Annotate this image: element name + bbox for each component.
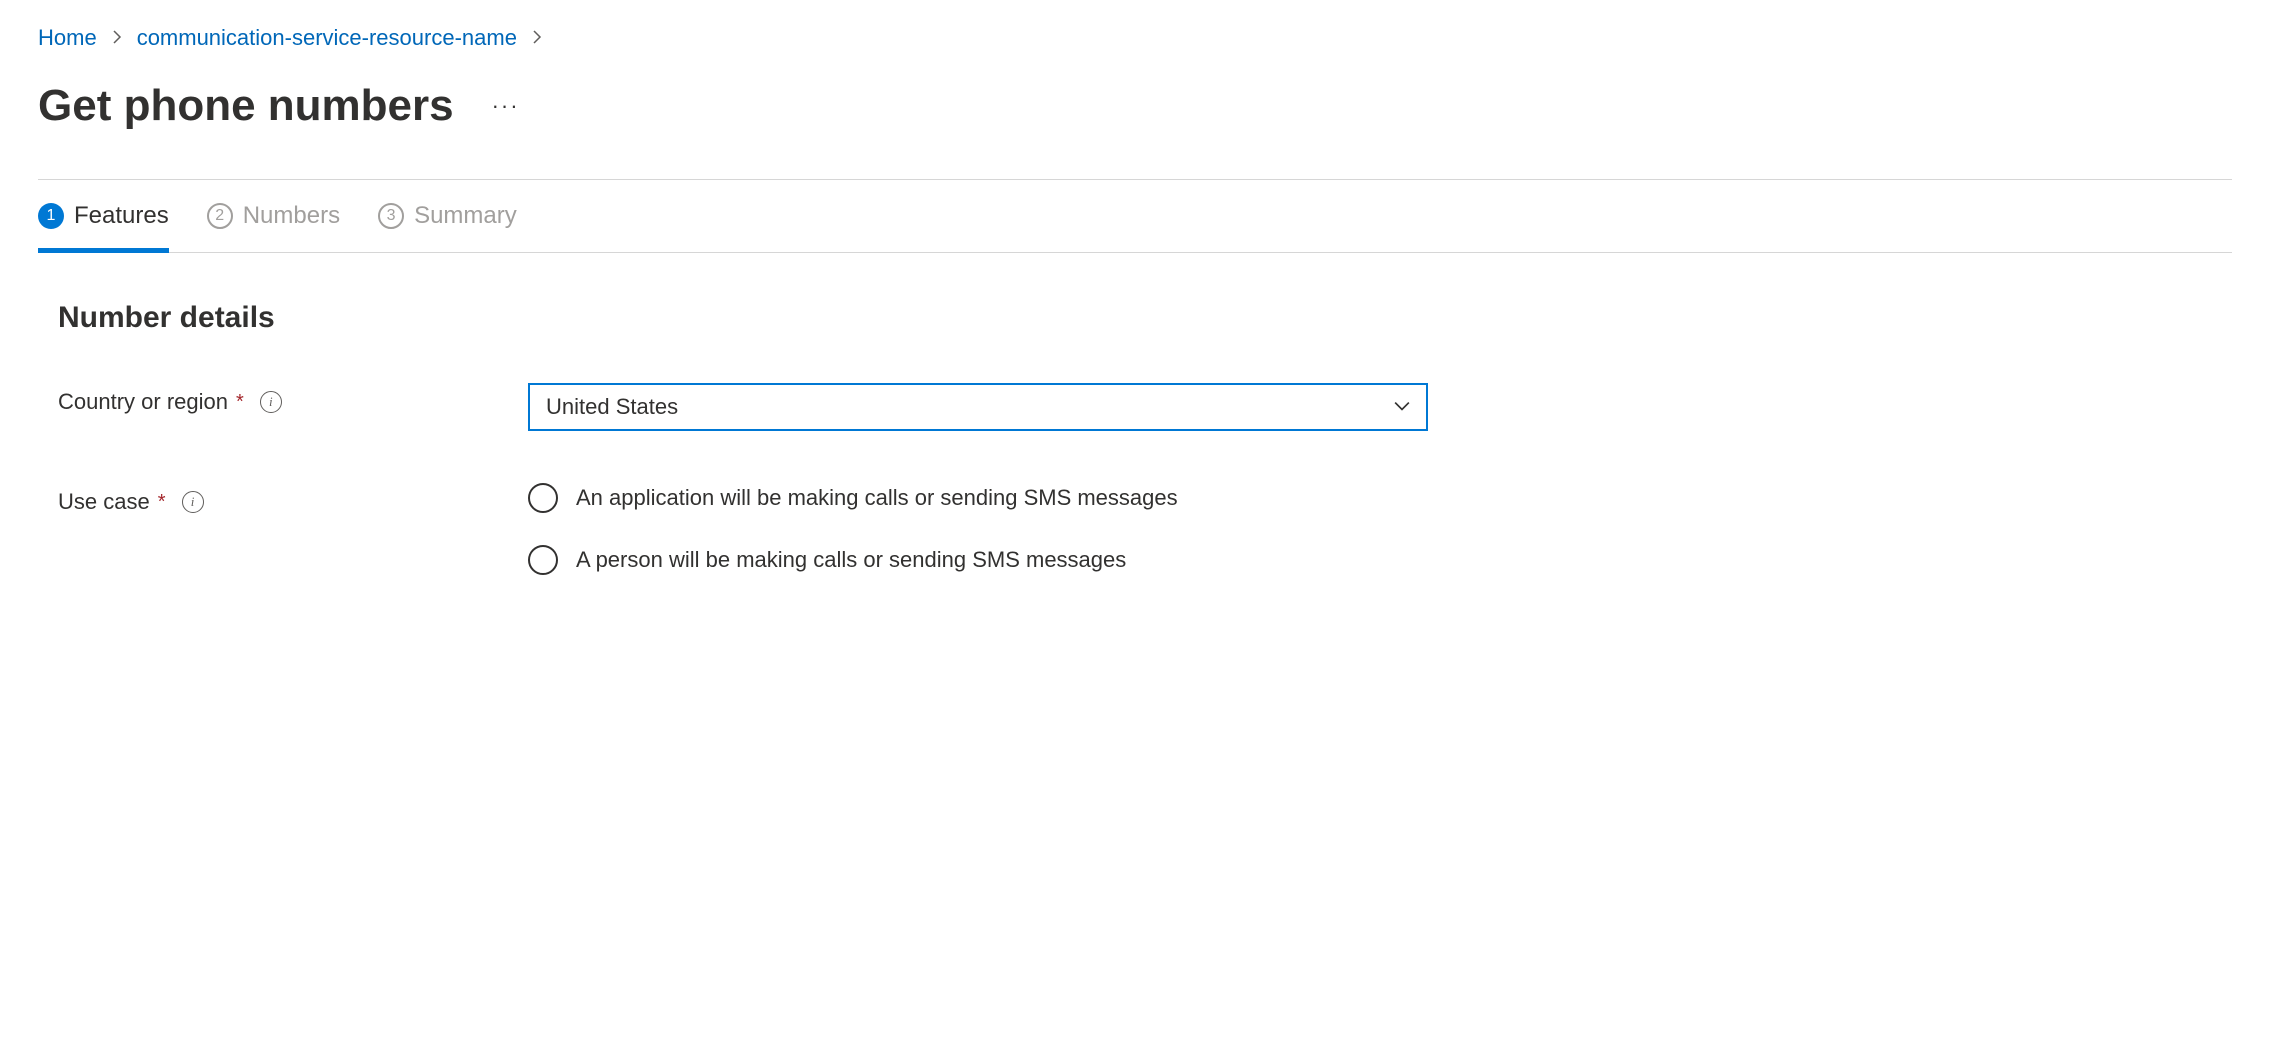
form-control-col: United States xyxy=(528,383,1428,431)
more-button[interactable]: ··· xyxy=(484,85,528,127)
page-title: Get phone numbers xyxy=(38,81,454,131)
info-icon[interactable]: i xyxy=(182,491,204,513)
tab-label: Summary xyxy=(414,202,517,230)
form-label-col: Country or region * i xyxy=(58,383,528,415)
required-indicator: * xyxy=(236,391,244,414)
chevron-right-icon xyxy=(531,27,543,50)
tab-features[interactable]: 1 Features xyxy=(38,202,169,253)
section-title: Number details xyxy=(58,301,2212,335)
breadcrumb-home[interactable]: Home xyxy=(38,25,97,51)
usecase-label: Use case xyxy=(58,489,150,515)
page-header: Get phone numbers ··· xyxy=(38,81,2232,131)
radio-label: An application will be making calls or s… xyxy=(576,485,1178,511)
form-row-country: Country or region * i United States xyxy=(58,383,2212,431)
radio-icon xyxy=(528,483,558,513)
usecase-option-application[interactable]: An application will be making calls or s… xyxy=(528,483,1428,513)
chevron-right-icon xyxy=(111,27,123,50)
country-select[interactable]: United States xyxy=(528,383,1428,431)
country-value: United States xyxy=(546,394,678,420)
form-label-col: Use case * i xyxy=(58,483,528,515)
section-number-details: Number details Country or region * i Uni… xyxy=(38,253,2232,575)
tab-badge: 2 xyxy=(207,203,233,229)
breadcrumb-resource[interactable]: communication-service-resource-name xyxy=(137,25,517,51)
tab-summary[interactable]: 3 Summary xyxy=(378,202,517,253)
tab-label: Numbers xyxy=(243,202,340,230)
radio-icon xyxy=(528,545,558,575)
form-control-col: An application will be making calls or s… xyxy=(528,483,1428,575)
tab-badge: 1 xyxy=(38,203,64,229)
form-row-usecase: Use case * i An application will be maki… xyxy=(58,483,2212,575)
tab-badge: 3 xyxy=(378,203,404,229)
info-icon[interactable]: i xyxy=(260,391,282,413)
tab-label: Features xyxy=(74,202,169,230)
tabs: 1 Features 2 Numbers 3 Summary xyxy=(38,179,2232,253)
usecase-radio-group: An application will be making calls or s… xyxy=(528,483,1428,575)
chevron-down-icon xyxy=(1394,394,1410,420)
tab-numbers[interactable]: 2 Numbers xyxy=(207,202,340,253)
radio-label: A person will be making calls or sending… xyxy=(576,547,1126,573)
required-indicator: * xyxy=(158,491,166,514)
country-label: Country or region xyxy=(58,389,228,415)
breadcrumb: Home communication-service-resource-name xyxy=(38,25,2232,51)
usecase-option-person[interactable]: A person will be making calls or sending… xyxy=(528,545,1428,575)
